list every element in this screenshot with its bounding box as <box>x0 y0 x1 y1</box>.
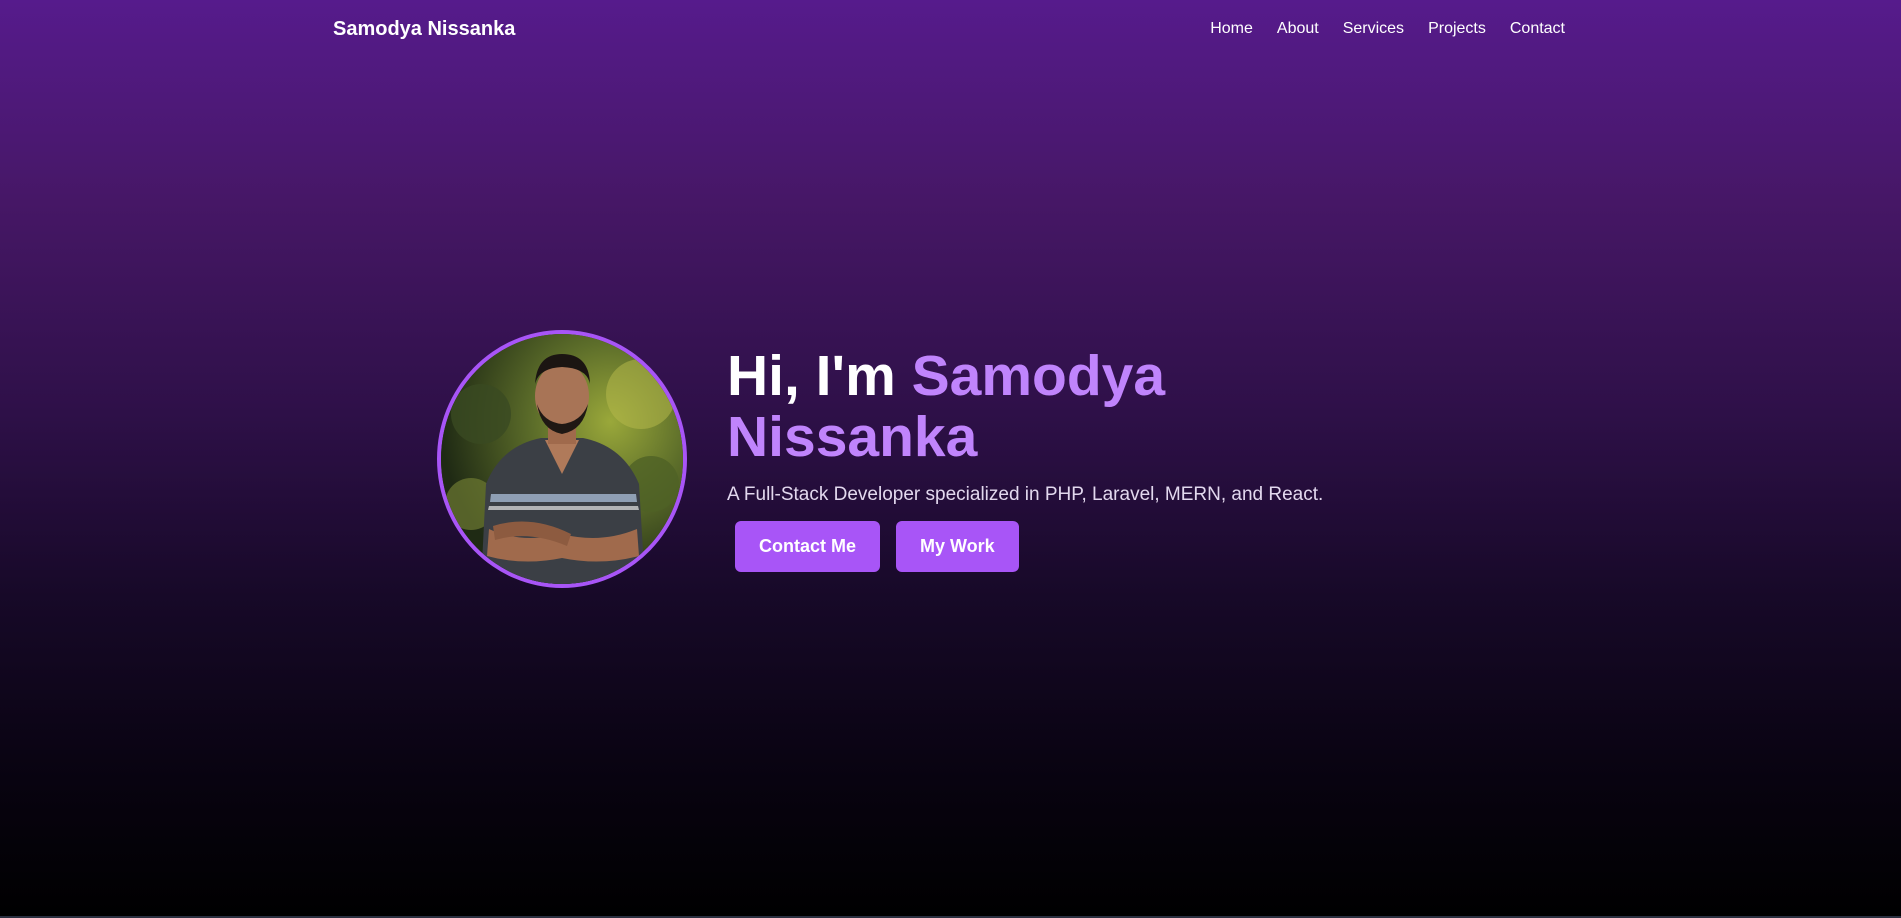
nav-link-projects[interactable]: Projects <box>1428 20 1486 38</box>
headline-greeting: Hi, I'm <box>727 344 912 408</box>
headline-first-name: Samodya <box>911 344 1166 408</box>
hero-headline: Hi, I'm Samodya Nissanka <box>727 346 1367 468</box>
nav-link-home[interactable]: Home <box>1210 20 1253 38</box>
hero-actions: Contact Me My Work <box>735 521 1367 572</box>
headline-last-name: Nissanka <box>727 405 978 469</box>
nav-links: Home About Services Projects Contact <box>1210 20 1565 38</box>
brand-logo[interactable]: Samodya Nissanka <box>333 18 515 41</box>
nav-link-contact[interactable]: Contact <box>1510 20 1565 38</box>
my-work-button[interactable]: My Work <box>896 521 1019 572</box>
hero-tagline: A Full-Stack Developer specialized in PH… <box>727 484 1324 505</box>
profile-photo-illustration <box>441 334 683 584</box>
hero-section: Hi, I'm Samodya Nissanka A Full-Stack Dev… <box>437 330 1367 588</box>
top-navbar: Samodya Nissanka Home About Services Pro… <box>0 0 1901 60</box>
hero-text: Hi, I'm Samodya Nissanka A Full-Stack Dev… <box>727 346 1367 572</box>
profile-photo <box>437 330 687 588</box>
nav-link-about[interactable]: About <box>1277 20 1319 38</box>
contact-me-button[interactable]: Contact Me <box>735 521 881 572</box>
nav-link-services[interactable]: Services <box>1343 20 1404 38</box>
